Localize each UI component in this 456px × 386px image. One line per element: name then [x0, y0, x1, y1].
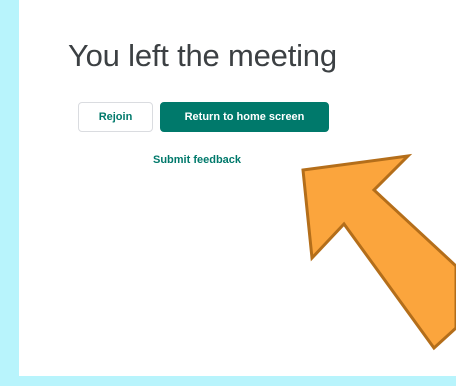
annotation-arrow [301, 153, 456, 351]
arrow-up-left-icon [301, 153, 456, 351]
